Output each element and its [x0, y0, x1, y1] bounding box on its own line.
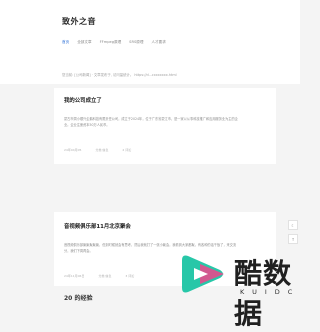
post-comments[interactable]: 3 评论 — [125, 274, 134, 278]
post-card: 我的公司成立了 蒙古市洞小顺兴企鹅科技有限责任公司，成立于2024年，位于广东省… — [54, 88, 276, 164]
post-title-partial[interactable]: 20 的经验 — [64, 293, 92, 302]
post-title[interactable]: 音视频俱乐部11月北京聚会 — [64, 222, 131, 230]
play-logo-icon — [182, 255, 224, 293]
site-title[interactable]: 致外之音 — [62, 16, 96, 27]
post-category[interactable]: 分类·信息 — [95, 148, 108, 152]
nav-item-talent[interactable]: 人才要求 — [151, 40, 165, 45]
post-excerpt: 蒙古市洞小顺兴企鹅科技有限责任公司，成立于2024年，位于广东省蒙江市，是一家以… — [64, 117, 238, 127]
post-comments[interactable]: 2 评论 — [122, 148, 131, 152]
post-meta: 24年04月05 分类·信息 2 评论 — [64, 148, 131, 152]
nav-item-srs[interactable]: SRS原理 — [129, 40, 143, 45]
back-to-top-button[interactable]: ↑ — [288, 234, 298, 244]
nav-item-home[interactable]: 首页 — [62, 40, 69, 45]
nav-item-ffmpeg[interactable]: FFmpeg原理 — [100, 40, 122, 45]
nav-item-all-articles[interactable]: 全部文章 — [77, 40, 91, 45]
post-meta: 24年11月06日 分类·信息 3 评论 — [64, 274, 134, 278]
watermark-subtext: KUIDC — [240, 288, 301, 296]
main-nav: 首页 全部文章 FFmpeg原理 SRS原理 人才要求 — [62, 40, 166, 45]
post-category[interactable]: 分类·信息 — [98, 274, 111, 278]
post-date: 24年04月05 — [64, 148, 82, 152]
watermark-logo: 酷数据 KUIDC — [180, 250, 301, 330]
breadcrumb: 您当前: [公司新闻] · 文章发布于, 访问量统计。 https://d...… — [62, 73, 177, 77]
header: 致外之音 首页 全部文章 FFmpeg原理 SRS原理 人才要求 您当前: [公… — [0, 0, 300, 84]
post-title[interactable]: 我的公司成立了 — [64, 96, 102, 104]
dark-mode-button[interactable]: ☾ — [288, 220, 298, 230]
post-date: 24年11月06日 — [64, 274, 85, 278]
